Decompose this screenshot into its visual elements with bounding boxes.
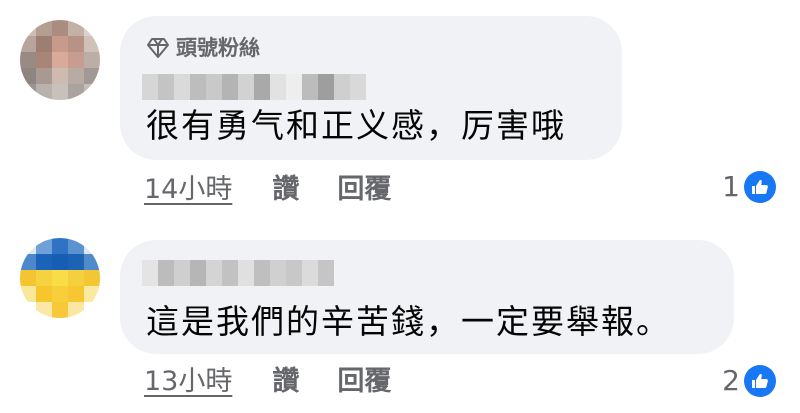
comment: 這是我們的辛苦錢，一定要舉報。 13小時 讚 回覆 2 [0,228,800,413]
avatar[interactable] [20,20,100,100]
comment: 頭號粉絲 很有勇气和正义感，厉害哦 14小時 讚 回覆 1 [0,0,800,220]
top-fan-badge: 頭號粉絲 [146,36,260,60]
timestamp-link[interactable]: 13小時 [144,366,232,398]
commenter-name-blurred[interactable] [142,260,334,286]
commenter-name-blurred[interactable] [142,74,366,100]
like-button[interactable]: 讚 [272,174,299,206]
reaction-count: 2 [722,364,740,397]
reaction-summary[interactable]: 1 [722,170,776,203]
reply-button[interactable]: 回覆 [337,174,391,206]
like-button[interactable]: 讚 [272,366,299,398]
reaction-count: 1 [722,170,740,203]
thumbs-up-icon [744,170,776,203]
comment-text: 這是我們的辛苦錢，一定要舉報。 [146,302,671,341]
reply-button[interactable]: 回覆 [337,366,391,398]
comment-actions: 13小時 讚 回覆 [144,366,391,398]
diamond-icon [147,38,169,58]
badge-label: 頭號粉絲 [176,36,260,60]
comment-bubble: 頭號粉絲 很有勇气和正义感，厉害哦 [120,16,622,160]
reaction-summary[interactable]: 2 [722,364,776,397]
timestamp-link[interactable]: 14小時 [144,174,232,206]
thumbs-up-icon [744,364,776,397]
comment-bubble: 這是我們的辛苦錢，一定要舉報。 [120,240,734,354]
comment-actions: 14小時 讚 回覆 [144,174,391,206]
avatar[interactable] [20,238,100,318]
comment-text: 很有勇气和正义感，厉害哦 [146,106,566,145]
